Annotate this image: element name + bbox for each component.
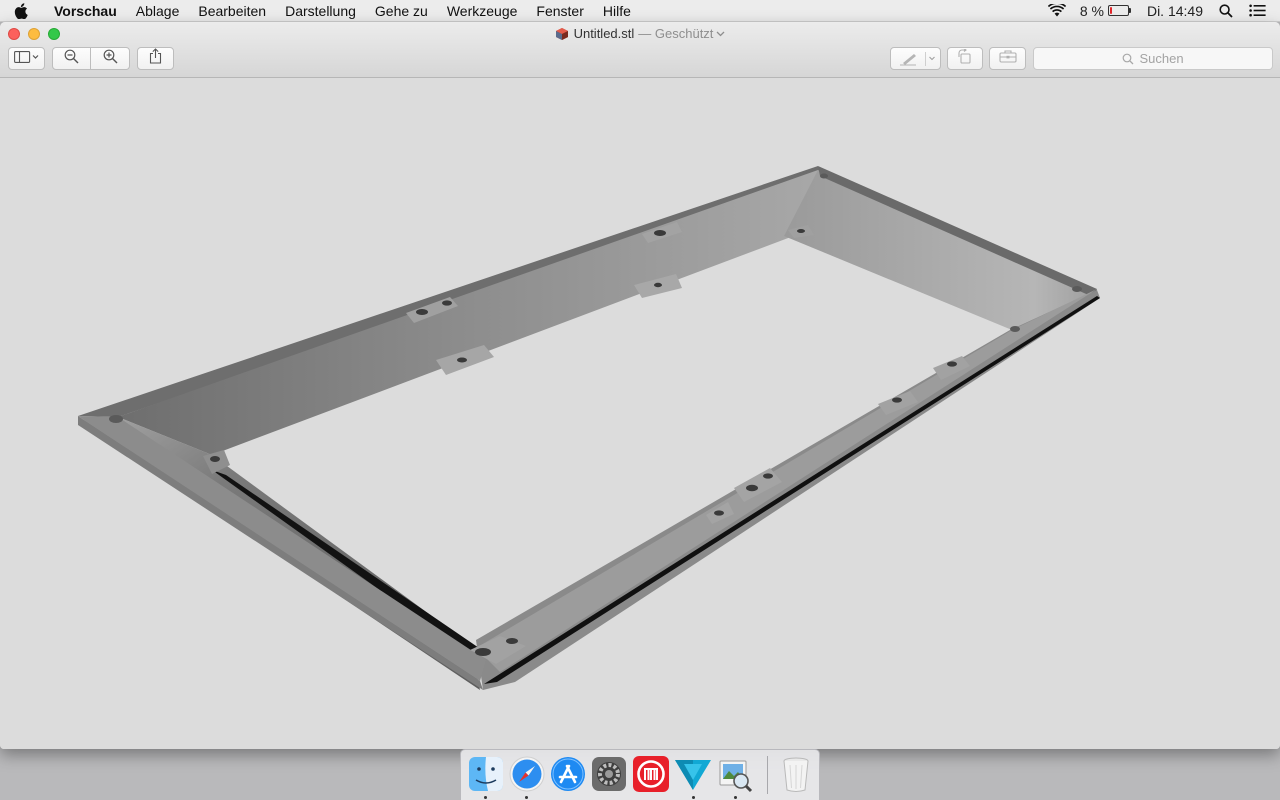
model-viewport[interactable] — [0, 78, 1280, 749]
safari-icon[interactable] — [508, 755, 546, 793]
sidebar-view-icon — [13, 50, 40, 68]
menu-darstellung[interactable]: Darstellung — [276, 0, 366, 22]
dock-separator — [767, 756, 768, 794]
mounting-hole — [1010, 326, 1020, 332]
title-bar[interactable]: Untitled.stl — Geschützt Suchen — [0, 22, 1280, 78]
menu-gehe-zu[interactable]: Gehe zu — [365, 0, 437, 22]
makerbot-icon[interactable] — [632, 755, 670, 793]
zoom-in-button[interactable] — [90, 47, 130, 70]
cura-running-indicator — [692, 796, 695, 799]
system-preferences-icon[interactable] — [590, 755, 628, 793]
stl-file-icon — [555, 27, 569, 41]
chevron-down-icon[interactable] — [716, 31, 725, 37]
mounting-hole — [1072, 286, 1082, 292]
document-status: — Geschützt — [638, 26, 714, 41]
sidebar-view-button[interactable] — [8, 47, 45, 70]
mounting-hole — [109, 415, 123, 423]
rotate-icon — [957, 47, 973, 69]
notification-center-icon[interactable] — [1249, 0, 1266, 22]
preview-icon[interactable] — [716, 755, 754, 793]
battery-level-fill — [1109, 7, 1112, 14]
cura-icon[interactable] — [674, 755, 712, 793]
safari-running-indicator — [525, 796, 528, 799]
zoom-out-icon — [64, 49, 79, 69]
menu-bar: Vorschau Ablage Bearbeiten Darstellung G… — [0, 0, 1280, 22]
stl-model-render[interactable] — [0, 78, 1280, 749]
finder-running-indicator — [484, 796, 487, 799]
markup-pen-icon — [894, 51, 938, 66]
toolbox-icon — [998, 49, 1017, 68]
document-title-bar[interactable]: Untitled.stl — Geschützt — [0, 26, 1280, 41]
spotlight-icon[interactable] — [1219, 0, 1233, 22]
menu-fenster[interactable]: Fenster — [527, 0, 593, 22]
search-placeholder: Suchen — [1139, 51, 1184, 66]
menu-hilfe[interactable]: Hilfe — [593, 0, 640, 22]
menu-app-name[interactable]: Vorschau — [54, 0, 126, 22]
rotate-button[interactable] — [947, 47, 983, 70]
mounting-hole — [820, 173, 828, 179]
menu-werkzeuge[interactable]: Werkzeuge — [437, 0, 527, 22]
apple-icon[interactable] — [14, 2, 40, 19]
zoom-out-button[interactable] — [52, 47, 91, 70]
app-store-icon[interactable] — [549, 755, 587, 793]
menu-bearbeiten[interactable]: Bearbeiten — [189, 0, 276, 22]
markup-button[interactable] — [890, 47, 941, 70]
clock[interactable]: Di. 14:49 — [1147, 0, 1203, 22]
trash-icon[interactable] — [777, 755, 815, 793]
dock — [460, 749, 820, 800]
battery-cap — [1128, 8, 1131, 13]
search-icon — [1122, 53, 1139, 65]
wifi-icon[interactable] — [1047, 0, 1066, 22]
share-icon — [149, 48, 162, 69]
zoom-in-icon — [103, 49, 118, 69]
preview-running-indicator — [734, 796, 737, 799]
search-field[interactable]: Suchen — [1033, 47, 1273, 70]
document-title: Untitled.stl — [573, 26, 635, 41]
share-button[interactable] — [137, 47, 174, 70]
battery-icon — [1107, 5, 1129, 16]
menu-ablage[interactable]: Ablage — [126, 0, 189, 22]
preview-window: Untitled.stl — Geschützt Suchen — [0, 22, 1280, 749]
finder-icon[interactable] — [467, 755, 505, 793]
battery-status[interactable]: 8 % — [1080, 0, 1131, 22]
toolbox-button[interactable] — [989, 47, 1026, 70]
battery-percent: 8 % — [1079, 2, 1104, 19]
